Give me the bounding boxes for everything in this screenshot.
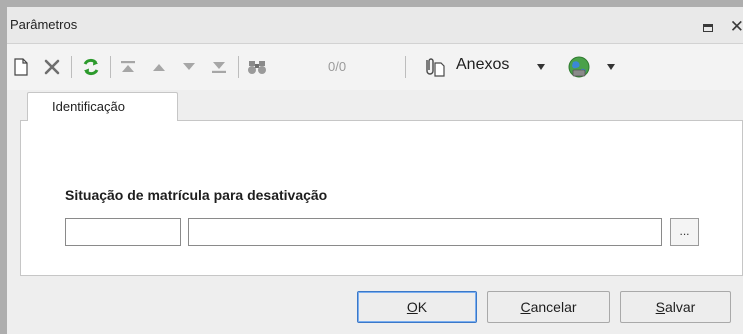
save-button[interactable]: Salvar bbox=[620, 291, 731, 323]
refresh-icon bbox=[83, 58, 99, 76]
globe-icon bbox=[568, 56, 590, 78]
chevron-down-icon[interactable] bbox=[607, 64, 615, 70]
toolbar: 0/0 Anexos bbox=[7, 44, 743, 90]
tab-panel: Situação de matrícula para desativação .… bbox=[20, 120, 743, 276]
window-title: Parâmetros bbox=[10, 17, 78, 32]
new-document-icon bbox=[14, 58, 28, 76]
save-label-rest: alvar bbox=[664, 299, 696, 315]
new-record-button[interactable] bbox=[10, 44, 32, 90]
previous-record-button[interactable] bbox=[147, 44, 171, 90]
cancel-button[interactable]: Cancelar bbox=[487, 291, 610, 323]
toolbar-separator bbox=[405, 56, 406, 78]
chevron-down-icon[interactable] bbox=[537, 64, 545, 70]
title-bar: Parâmetros ✕ bbox=[7, 7, 743, 44]
first-record-button[interactable] bbox=[116, 44, 140, 90]
attachments-button[interactable] bbox=[417, 44, 451, 90]
ok-access-key: O bbox=[406, 299, 418, 315]
toolbar-separator bbox=[238, 56, 239, 78]
lookup-button[interactable]: ... bbox=[670, 218, 699, 246]
delete-x-icon bbox=[44, 59, 60, 75]
tab-label: Identificação bbox=[52, 99, 125, 114]
toolbar-separator bbox=[110, 56, 111, 78]
search-button[interactable] bbox=[243, 44, 271, 90]
arrow-up-icon bbox=[153, 64, 165, 71]
arrow-down-icon bbox=[183, 63, 195, 70]
paperclip-document-icon bbox=[426, 58, 445, 77]
close-icon[interactable]: ✕ bbox=[730, 18, 743, 35]
binoculars-icon bbox=[248, 61, 266, 74]
first-record-icon bbox=[121, 61, 135, 72]
attachments-label[interactable]: Anexos bbox=[456, 56, 509, 74]
cancel-label-rest: ancelar bbox=[530, 299, 577, 315]
record-counter: 0/0 bbox=[328, 59, 347, 74]
last-record-icon bbox=[212, 62, 226, 73]
tab-identificacao[interactable]: Identificação bbox=[27, 92, 178, 121]
last-record-button[interactable] bbox=[207, 44, 231, 90]
ok-button[interactable]: OK bbox=[357, 291, 477, 323]
maximize-icon[interactable] bbox=[703, 24, 713, 32]
next-record-button[interactable] bbox=[177, 44, 201, 90]
enrollment-status-label: Situação de matrícula para desativação bbox=[65, 187, 328, 203]
refresh-button[interactable] bbox=[78, 44, 104, 90]
delete-button[interactable] bbox=[40, 44, 64, 90]
status-code-input[interactable] bbox=[65, 218, 181, 246]
ok-label-rest: K bbox=[417, 299, 428, 315]
cancel-access-key: C bbox=[520, 299, 531, 315]
toolbar-separator bbox=[71, 56, 72, 78]
save-access-key: S bbox=[655, 299, 665, 315]
parameters-window: Parâmetros ✕ 0/0 Anexos Identificação Si… bbox=[0, 0, 743, 334]
globe-button[interactable] bbox=[564, 44, 594, 90]
status-description-input[interactable] bbox=[188, 218, 662, 246]
